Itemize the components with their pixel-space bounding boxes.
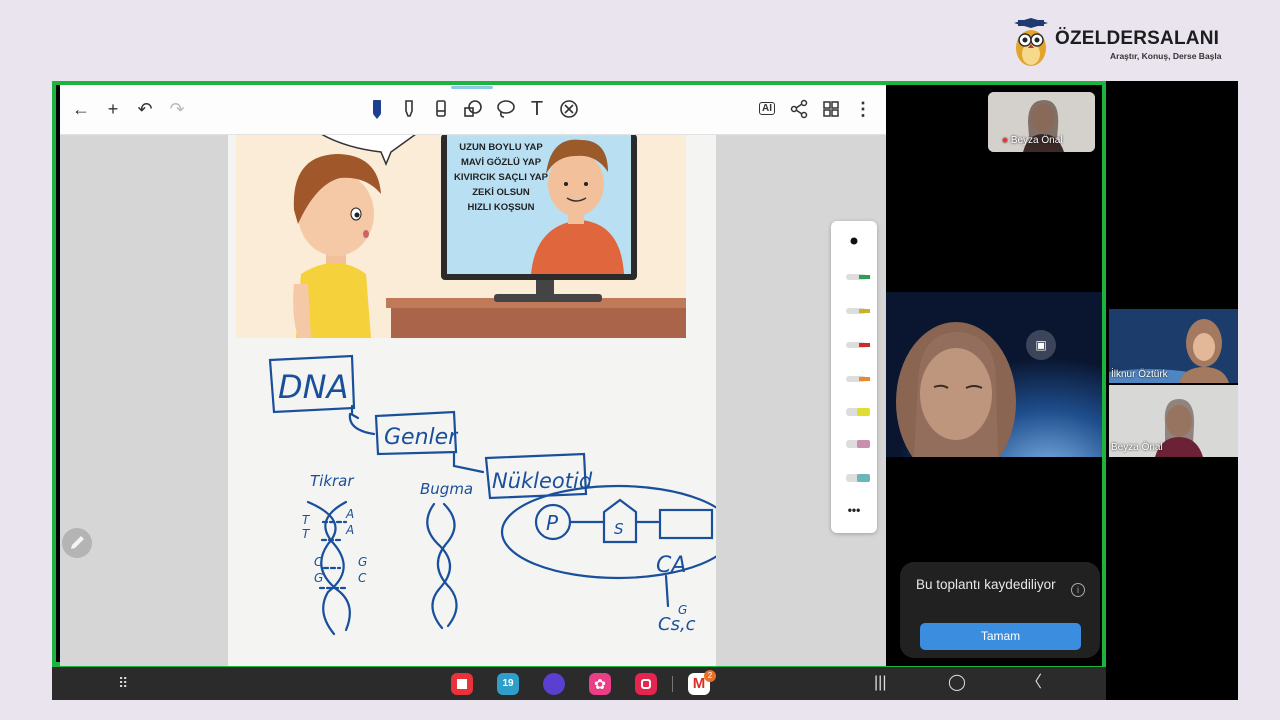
recording-toast: Bu toplantı kaydediliyor i Tamam [900,562,1100,658]
participant-tile[interactable]: Beyza Önal [1109,385,1238,457]
pen-icon[interactable] [366,98,388,120]
floating-pen-button[interactable] [62,528,92,558]
s-label: S [614,520,624,538]
internet-icon[interactable] [543,673,565,695]
undo-icon[interactable]: ↶ [134,98,156,120]
p-label: P [546,511,559,535]
plus-icon[interactable]: + [102,98,124,120]
pen-swatch-list [846,274,870,482]
illustration-image: UZUN BOYLU YAP MAVİ GÖZLÜ YAP KIVIRCIK S… [236,134,686,338]
redo-icon[interactable]: ↷ [166,98,188,120]
participant-tile[interactable]: İlknur Öztürk [1109,309,1238,383]
handwritten-diagram: DNA Genler Nükleotid Tikrar Bugma P S CA… [268,354,716,636]
dna-letter: A [345,523,354,537]
active-tab-indicator [451,86,493,89]
pencil-icon [71,536,84,549]
earth-background-video [886,292,1102,457]
ai-label: AI [759,102,775,115]
side-participant-list: İlknur Öztürk Beyza Önal [1109,309,1238,457]
tv-line: HIZLI KOŞSUN [467,202,535,213]
dna-letter: G [314,571,323,585]
ca-label: CA [656,553,686,578]
shapes-icon[interactable] [462,98,484,120]
csc-label: Cs,c [658,614,696,635]
back-arrow-icon[interactable]: ← [70,98,92,120]
brand-logo: ÖZELDERSALANI Araştır, Konuş, Derse Başl… [1012,18,1237,73]
notification-badge: 2 [704,670,716,682]
bixby-icon[interactable]: ✿ [589,673,611,695]
grid-icon[interactable] [820,98,842,120]
tikrar-label: Tikrar [310,472,354,490]
dna-letter: C [314,555,323,569]
tv-line: MAVİ GÖZLÜ YAP [460,157,542,168]
lasso-icon[interactable] [494,98,516,120]
bugma-label: Bugma [420,480,473,498]
tv-line: KIVIRCIK SAÇLI YAP [454,172,548,183]
toast-message: Bu toplantı kaydediliyor [916,577,1056,592]
toast-ok-button[interactable]: Tamam [920,623,1081,650]
dna-letter: A [345,507,354,521]
owl-logo-icon [1014,18,1048,66]
pen-color-panel: ••• [831,221,877,533]
participant-tile-small[interactable]: ● Beyza Önal [988,92,1095,152]
participant-name: ● Beyza Önal [1002,135,1063,146]
back-icon[interactable]: 〈 [1026,673,1042,693]
taskbar-divider [672,676,673,692]
close-circle-icon[interactable] [558,98,580,120]
recent-apps-icon[interactable]: ||| [874,673,886,693]
share-icon[interactable] [788,98,810,120]
brand-name: ÖZELDERSALANI [1055,28,1220,49]
flipboard-icon[interactable] [451,673,473,695]
genler-label: Genler [384,425,459,450]
tv-screen-text: UZUN BOYLU YAP MAVİ GÖZLÜ YAP KIVIRCIK S… [448,142,554,217]
participant-name: İlknur Öztürk [1111,369,1168,380]
nukleotid-label: Nükleotid [492,469,593,493]
text-icon[interactable]: T [526,98,548,120]
dna-letter: T [302,527,311,541]
note-page[interactable]: UZUN BOYLU YAP MAVİ GÖZLÜ YAP KIVIRCIK S… [228,134,716,666]
app-drawer-icon[interactable]: ⠿ [118,673,128,693]
eraser-icon[interactable] [430,98,452,120]
android-taskbar: ⠿ 19 ✿ M 2 ||| ◯ 〈 [52,667,1106,700]
note-toolbar: ← + ↶ ↷ T AI ⋮ [60,85,886,135]
tv-line: UZUN BOYLU YAP [459,142,543,153]
camera-icon[interactable] [635,673,657,695]
mic-muted-icon: ● [1002,135,1009,146]
tv-line: ZEKİ OLSUN [472,187,530,198]
tablet-screen: UZUN BOYLU YAP MAVİ GÖZLÜ YAP KIVIRCIK S… [52,81,1238,700]
dna-letter: T [302,513,311,527]
video-off-icon[interactable]: ▣ [1026,330,1056,360]
pen-swatches [846,237,870,482]
dna-label: DNA [278,368,348,406]
info-icon[interactable]: i [1071,583,1085,597]
dna-letter: G [358,555,367,569]
main-participant-video[interactable]: ▣ [886,292,1102,457]
home-icon[interactable]: ◯ [948,673,966,693]
participant-name: Beyza Önal [1111,442,1163,453]
more-pens-button[interactable]: ••• [831,503,877,517]
calendar-icon[interactable]: 19 [497,673,519,695]
shared-screen-frame: UZUN BOYLU YAP MAVİ GÖZLÜ YAP KIVIRCIK S… [52,81,1106,667]
more-vertical-icon[interactable]: ⋮ [852,98,874,120]
ai-icon[interactable]: AI [756,98,778,120]
dna-letter: C [358,571,367,585]
highlighter-icon[interactable] [398,98,420,120]
brand-tagline: Araştır, Konuş, Derse Başla [1110,51,1222,61]
